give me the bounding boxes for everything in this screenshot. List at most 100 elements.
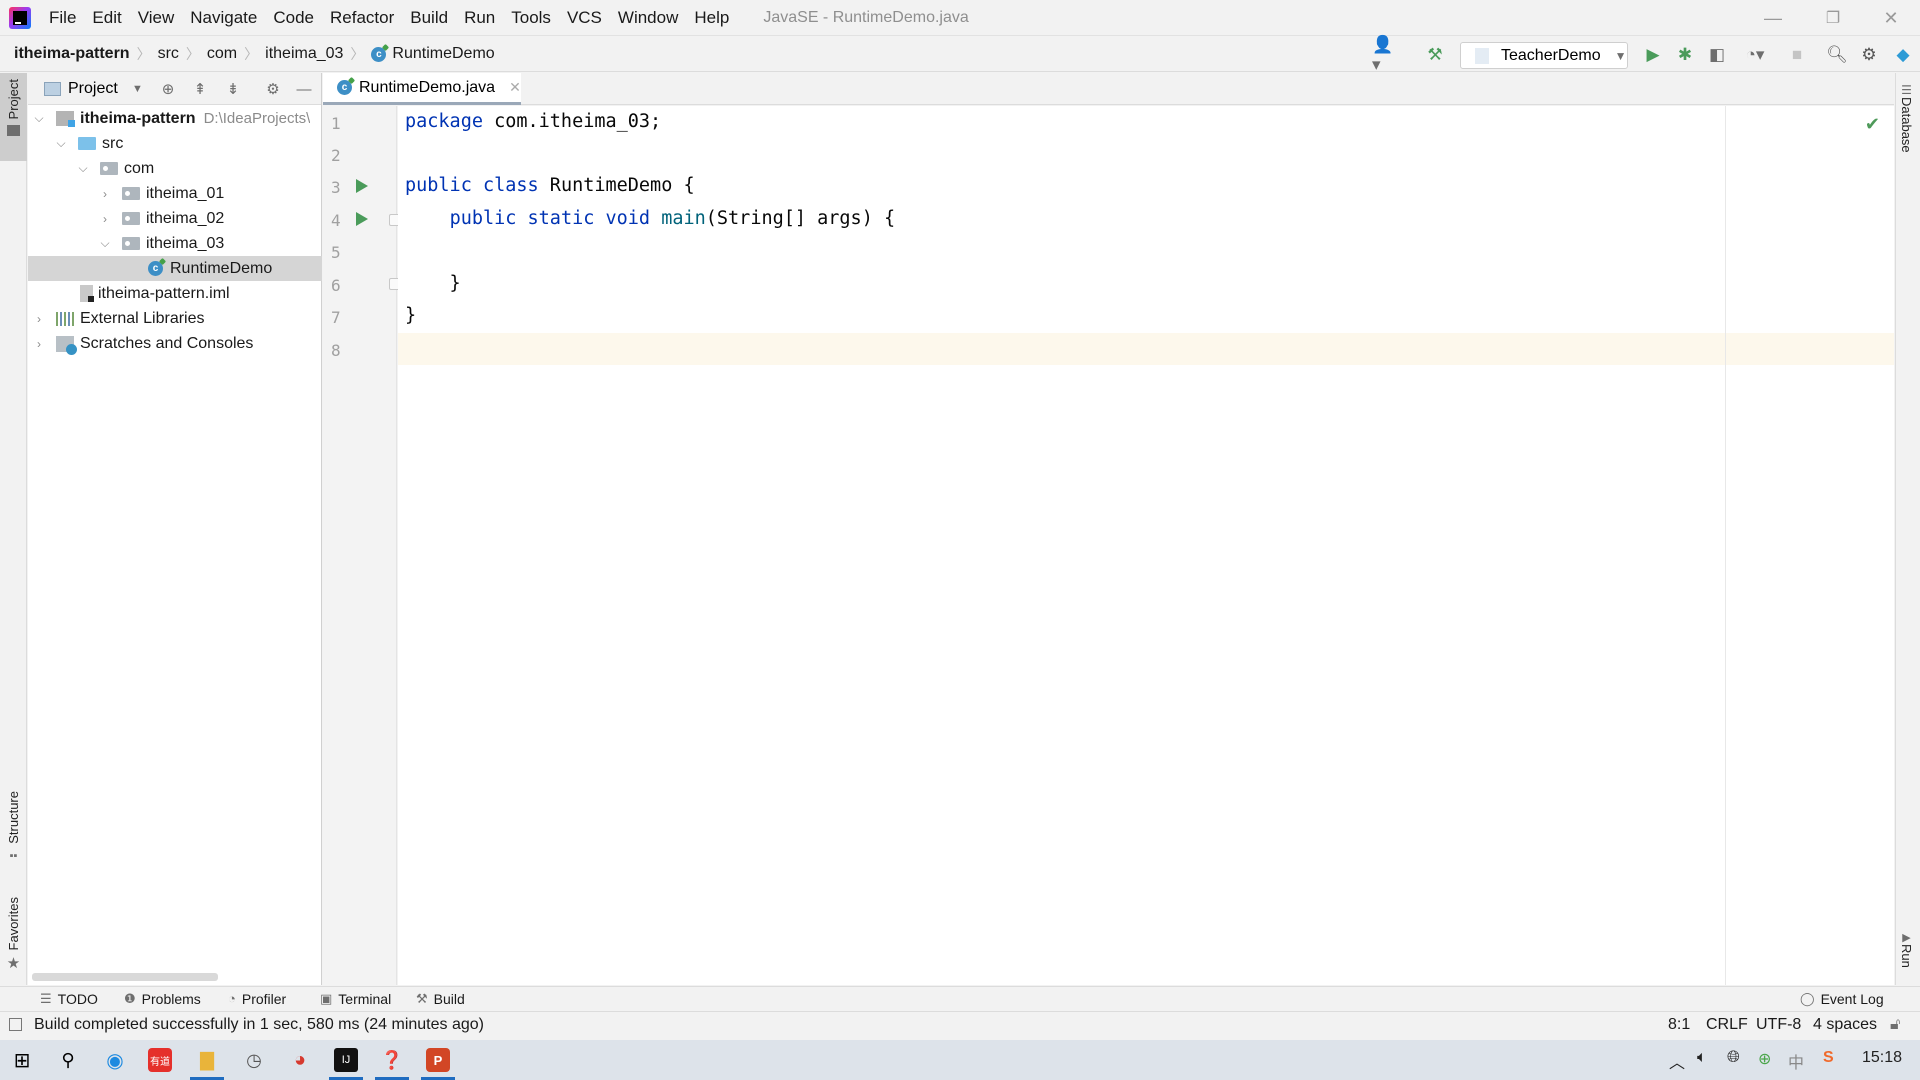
chevron-collapsed-icon[interactable]: › [32, 337, 46, 351]
menu-window[interactable]: Window [610, 8, 686, 28]
tool-window-favorites-tab[interactable]: Favorites ★ [0, 897, 27, 972]
restore-button[interactable]: ❐ [1804, 0, 1862, 36]
run-configuration-select[interactable]: TeacherDemo ▼ [1460, 42, 1628, 69]
status-message[interactable]: Build completed successfully in 1 sec, 5… [34, 1016, 484, 1034]
tool-window-structure-tab[interactable]: Structure ▪▪ [0, 791, 27, 862]
code-with-me-icon[interactable]: ◆ [1892, 44, 1914, 66]
powerpoint-icon[interactable]: P [426, 1048, 450, 1072]
edge-browser-icon[interactable]: ◉ [103, 1048, 127, 1072]
tree-item-src[interactable]: ⌵ src [28, 131, 322, 156]
tree-item-scratches[interactable]: › Scratches and Consoles [28, 331, 322, 356]
tool-tab-terminal[interactable]: ▣ Terminal [320, 991, 391, 1007]
file-explorer-icon[interactable]: ▇ [195, 1048, 219, 1072]
tree-item-com[interactable]: ⌵ com [28, 156, 322, 181]
code-editor[interactable]: package com.itheima_03; public class Run… [398, 106, 1894, 985]
event-log-button[interactable]: ◯ Event Log [1800, 991, 1884, 1007]
close-tab-icon[interactable]: ✕ [509, 79, 521, 96]
hide-panel-icon[interactable]: — [294, 79, 314, 99]
tab-runtimedemo-java[interactable]: c RuntimeDemo.java ✕ [323, 73, 521, 105]
collapse-all-icon[interactable]: ⇟ [223, 79, 243, 99]
project-horizontal-scrollbar[interactable] [32, 973, 218, 981]
build-hammer-icon[interactable]: ⚒ [1424, 44, 1446, 66]
tree-item-itheima-02[interactable]: › itheima_02 [28, 206, 322, 231]
run-class-gutter-icon[interactable] [356, 179, 368, 193]
project-view-select[interactable]: Project [68, 80, 118, 98]
menu-code[interactable]: Code [265, 8, 322, 28]
chevron-expanded-icon[interactable]: ⌵ [76, 161, 90, 176]
tool-window-project-tab[interactable]: Project [0, 73, 27, 161]
system-clock[interactable]: 15:18 [1862, 1049, 1902, 1067]
breadcrumb-src[interactable]: src [158, 45, 179, 63]
menu-navigate[interactable]: Navigate [182, 8, 265, 28]
run-icon[interactable]: ▶ [1642, 44, 1664, 66]
chevron-expanded-icon[interactable]: ⌵ [54, 136, 68, 151]
volume-icon[interactable]: 🔈︎ [1697, 1049, 1707, 1067]
chevron-collapsed-icon[interactable]: › [98, 212, 112, 226]
tool-tab-todo[interactable]: ☰ TODO [40, 991, 98, 1007]
read-only-lock-icon[interactable]: 🔓︎ [1890, 1016, 1900, 1034]
tree-item-runtimedemo[interactable]: c RuntimeDemo [28, 256, 322, 281]
tray-overflow-chevron-icon[interactable]: ︿ [1669, 1049, 1685, 1073]
code-keyword: void [605, 208, 651, 229]
status-toggle-icon[interactable] [9, 1018, 22, 1031]
caret-position[interactable]: 8:1 [1668, 1016, 1690, 1034]
line-separator[interactable]: CRLF [1706, 1016, 1748, 1034]
chevron-expanded-icon[interactable]: ⌵ [32, 111, 46, 126]
tool-tab-problems[interactable]: ❶ Problems [124, 991, 201, 1007]
intellij-idea-taskbar-icon[interactable]: IJ [334, 1048, 358, 1072]
line-number: 2 [331, 146, 341, 165]
chevron-down-icon[interactable]: ▼ [132, 83, 143, 95]
menu-refactor[interactable]: Refactor [322, 8, 402, 28]
no-problems-checkmark-icon[interactable]: ✔ [1865, 114, 1880, 135]
tree-item-itheima-03[interactable]: ⌵ itheima_03 [28, 231, 322, 256]
menu-help[interactable]: Help [686, 8, 737, 28]
search-icon[interactable]: ⚲ [56, 1048, 80, 1072]
panel-settings-gear-icon[interactable]: ⚙ [263, 79, 283, 99]
expand-all-icon[interactable]: ⇞ [190, 79, 210, 99]
breadcrumb-com[interactable]: com [207, 45, 237, 63]
ime-indicator[interactable]: 中 [1788, 1049, 1804, 1073]
debug-bug-icon[interactable]: ✱ [1674, 44, 1696, 66]
breadcrumb-class[interactable]: RuntimeDemo [392, 45, 494, 63]
clock-app-icon[interactable]: ◷ [242, 1048, 266, 1072]
youdao-dictionary-icon[interactable]: 有道 [148, 1048, 172, 1072]
tool-window-database-tab[interactable]: ☰ Database [1899, 83, 1914, 153]
security-app-icon[interactable]: ⊕ [1758, 1049, 1771, 1069]
menu-run[interactable]: Run [456, 8, 503, 28]
close-button[interactable]: ✕ [1862, 0, 1920, 36]
chevron-collapsed-icon[interactable]: › [98, 187, 112, 201]
menu-build[interactable]: Build [402, 8, 456, 28]
search-icon[interactable]: 🔍︎ [1826, 44, 1848, 66]
tree-item-iml[interactable]: itheima-pattern.iml [28, 281, 322, 306]
chrome-browser-icon[interactable]: ◕ [288, 1048, 312, 1072]
menu-edit[interactable]: Edit [84, 8, 129, 28]
minimize-button[interactable]: — [1744, 0, 1802, 36]
tree-item-itheima-01[interactable]: › itheima_01 [28, 181, 322, 206]
chevron-expanded-icon[interactable]: ⌵ [98, 236, 112, 251]
file-encoding[interactable]: UTF-8 [1756, 1016, 1801, 1034]
chevron-collapsed-icon[interactable]: › [32, 312, 46, 326]
tree-item-external-libraries[interactable]: › External Libraries [28, 306, 322, 331]
vcs-user-icon[interactable]: 👤▾ [1372, 35, 1394, 74]
help-document-icon[interactable]: ❓ [380, 1048, 404, 1072]
stop-icon[interactable]: ■ [1786, 44, 1808, 66]
tree-item-module[interactable]: ⌵ itheima-pattern D:\IdeaProjects\ [28, 106, 322, 131]
locate-file-icon[interactable]: ⊕ [158, 79, 178, 99]
network-globe-icon[interactable]: 🌐︎ [1727, 1049, 1740, 1067]
tool-tab-build[interactable]: ⚒ Build [416, 991, 465, 1007]
settings-gear-icon[interactable]: ⚙ [1858, 44, 1880, 66]
indent-setting[interactable]: 4 spaces [1813, 1016, 1877, 1034]
menu-file[interactable]: File [41, 8, 84, 28]
sogou-ime-icon[interactable]: S [1823, 1049, 1834, 1067]
tool-tab-profiler[interactable]: ◔ Profiler [228, 991, 286, 1007]
run-main-gutter-icon[interactable] [356, 212, 368, 226]
breadcrumb-package[interactable]: itheima_03 [265, 45, 343, 63]
menu-tools[interactable]: Tools [503, 8, 559, 28]
breadcrumb-project[interactable]: itheima-pattern [14, 45, 130, 63]
tool-window-run-tab[interactable]: ▶ Run [1899, 931, 1914, 968]
menu-view[interactable]: View [130, 8, 183, 28]
menu-vcs[interactable]: VCS [559, 8, 610, 28]
run-with-coverage-icon[interactable]: ◧ [1706, 44, 1728, 66]
profile-icon[interactable]: ◔▾ [1738, 44, 1772, 66]
windows-start-icon[interactable]: ⊞ [10, 1048, 34, 1072]
